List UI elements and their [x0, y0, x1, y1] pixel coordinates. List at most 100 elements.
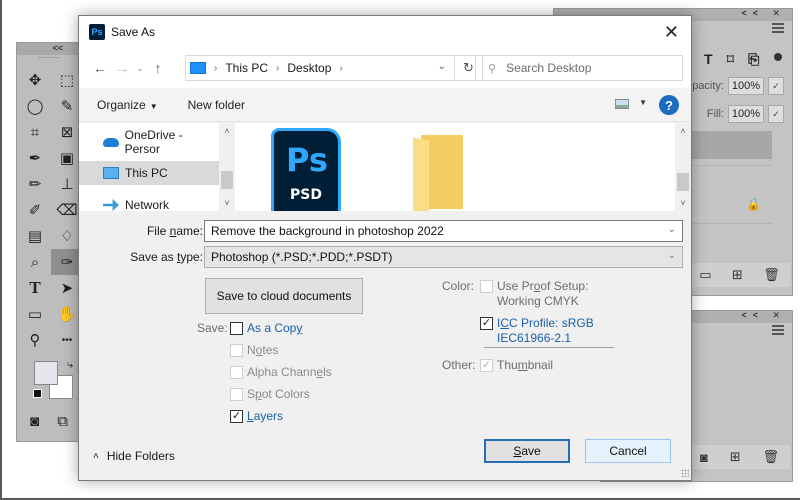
breadcrumb-separator[interactable]: › [214, 63, 217, 74]
change-view-icon[interactable] [615, 99, 629, 109]
fill-dropdown-icon[interactable]: ✓ [768, 105, 784, 123]
mask-icon[interactable]: ◙ [700, 450, 708, 465]
help-icon[interactable]: ? [659, 95, 679, 115]
lasso-tool-icon[interactable]: ◯ [19, 93, 51, 119]
breadcrumb-desktop[interactable]: Desktop [287, 61, 331, 75]
breadcrumb-separator[interactable]: › [339, 63, 342, 74]
quick-mask-icon[interactable]: ◙ [30, 413, 39, 430]
filter-toggle-icon[interactable] [774, 53, 782, 61]
type-tool-icon[interactable]: T [19, 275, 51, 301]
refresh-icon: ↻ [463, 60, 474, 75]
address-bar[interactable]: › This PC › Desktop › ⌄ [185, 55, 455, 81]
spot-colors-checkbox[interactable] [230, 388, 243, 401]
address-dropdown-icon[interactable]: ⌄ [438, 61, 446, 72]
icc-profile-option[interactable]: ✓ ICC Profile: sRGB IEC61966-2.1 [480, 316, 594, 346]
type-filter-icon[interactable]: T [704, 51, 713, 68]
search-input[interactable]: ⚲ Search Desktop [475, 55, 683, 81]
scroll-thumb[interactable] [677, 173, 689, 191]
file-list-scrollbar[interactable]: ˄ ˅ [675, 123, 691, 211]
title-bar[interactable]: Ps Save As ✕ [79, 16, 691, 48]
panel-grip[interactable] [39, 57, 59, 65]
label-part: ave [521, 444, 541, 458]
new-layer-icon[interactable]: ⊞ [732, 267, 743, 283]
label-part: Thu [497, 358, 518, 372]
scroll-up-icon[interactable]: ˄ [219, 126, 235, 136]
brush-tool-icon[interactable]: ✏ [19, 171, 51, 197]
crop-tool-icon[interactable]: ⌗ [19, 119, 51, 145]
layer-divider [689, 165, 772, 166]
organize-button[interactable]: Organize ▼ [97, 98, 158, 112]
zoom-tool-icon[interactable]: ⚲ [19, 327, 51, 353]
resize-grip[interactable] [681, 469, 689, 477]
delete-layer-icon[interactable]: 🗑 [763, 267, 780, 283]
panel-controls-icon[interactable]: << ✕ [741, 310, 786, 321]
thumbnail-checkbox[interactable]: ✓ [480, 359, 493, 372]
panel-controls-icon[interactable]: << ✕ [741, 8, 786, 19]
panel-menu-icon[interactable] [772, 23, 784, 33]
up-arrow-icon[interactable]: ↑ [147, 60, 169, 76]
save-to-cloud-button[interactable]: Save to cloud documents [205, 278, 363, 314]
spot-colors-option[interactable]: Spot Colors [230, 387, 310, 402]
scroll-up-icon[interactable]: ˄ [675, 126, 691, 136]
tools-panel-header[interactable]: << [17, 43, 81, 55]
fill-input[interactable]: 100% [728, 105, 764, 123]
scroll-down-icon[interactable]: ˅ [675, 198, 691, 208]
new-group-icon[interactable]: ▭ [699, 267, 711, 283]
move-tool-icon[interactable]: ✥ [19, 67, 51, 93]
label-part: Use Pr [497, 279, 534, 293]
save-button[interactable]: Save [484, 439, 570, 463]
close-icon[interactable]: ✕ [664, 22, 679, 43]
chevron-down-icon[interactable]: ⌄ [668, 250, 676, 261]
breadcrumb-separator[interactable]: › [276, 63, 279, 74]
alpha-channels-checkbox[interactable] [230, 366, 243, 379]
layers-checkbox[interactable]: ✓ [230, 410, 243, 423]
save-as-type-select[interactable]: Photoshop (*.PSD;*.PDD;*.PSDT) ⌄ [204, 246, 683, 268]
new-folder-button[interactable]: New folder [188, 98, 245, 112]
nav-pane-scrollbar[interactable]: ˄ ˅ [219, 123, 235, 211]
recent-locations-icon[interactable]: ⌄ [133, 63, 147, 74]
computer-icon [103, 167, 119, 179]
opacity-input[interactable]: 100% [728, 77, 764, 95]
file-name-input[interactable]: Remove the background in photoshop 2022 … [204, 220, 683, 242]
scroll-down-icon[interactable]: ˅ [219, 198, 235, 208]
as-a-copy-checkbox[interactable] [230, 322, 243, 335]
delete-icon[interactable]: 🗑 [763, 449, 780, 465]
swap-colors-icon[interactable]: ⤷ [67, 359, 73, 372]
nav-item-this-pc[interactable]: This PC [79, 161, 219, 185]
collapse-icon[interactable]: << [52, 43, 63, 53]
alpha-channels-option[interactable]: Alpha Channels [230, 365, 332, 380]
layer-row-selected[interactable] [689, 131, 772, 159]
icc-profile-checkbox[interactable]: ✓ [480, 317, 493, 330]
opacity-dropdown-icon[interactable]: ✓ [768, 77, 784, 95]
back-arrow-icon[interactable]: ← [89, 60, 111, 76]
proof-setup-option[interactable]: Use Proof Setup: Working CMYK [480, 279, 588, 309]
new-item-icon[interactable]: ⊞ [730, 449, 741, 465]
smart-object-filter-icon[interactable]: ⎘ [748, 51, 759, 68]
rectangle-tool-icon[interactable]: ▭ [19, 301, 51, 327]
hide-folders-button[interactable]: ˄ Hide Folders [93, 449, 175, 463]
scroll-thumb[interactable] [221, 171, 233, 189]
psd-file-icon[interactable]: Ps PSD [271, 128, 341, 214]
notes-option[interactable]: Notes [230, 343, 278, 358]
dodge-tool-icon[interactable]: ⌕ [19, 249, 51, 275]
forward-arrow-icon[interactable]: → [111, 60, 133, 76]
layers-option[interactable]: ✓ Layers [230, 409, 283, 424]
foreground-color-swatch[interactable] [34, 361, 58, 385]
folder-icon[interactable] [413, 135, 465, 215]
gradient-tool-icon[interactable]: ▤ [19, 223, 51, 249]
as-a-copy-option[interactable]: As a Copy [230, 321, 302, 336]
chevron-down-icon[interactable]: ⌄ [668, 224, 676, 235]
nav-item-onedrive[interactable]: OneDrive - Persor [79, 128, 219, 156]
proof-setup-checkbox[interactable] [480, 280, 493, 293]
cancel-button[interactable]: Cancel [585, 439, 671, 463]
default-colors-icon[interactable] [33, 389, 42, 398]
history-brush-tool-icon[interactable]: ✐ [19, 197, 51, 223]
thumbnail-option[interactable]: ✓ Thumbnail [480, 358, 553, 373]
breadcrumb-this-pc[interactable]: This PC [225, 61, 268, 75]
shape-filter-icon[interactable]: ⌑ [727, 51, 735, 68]
eyedropper-tool-icon[interactable]: ✒ [19, 145, 51, 171]
panel-menu-icon[interactable] [772, 325, 784, 335]
notes-checkbox[interactable] [230, 344, 243, 357]
screen-mode-icon[interactable]: ⧉ [57, 413, 68, 430]
view-options-dropdown-icon[interactable]: ▼ [639, 98, 647, 107]
